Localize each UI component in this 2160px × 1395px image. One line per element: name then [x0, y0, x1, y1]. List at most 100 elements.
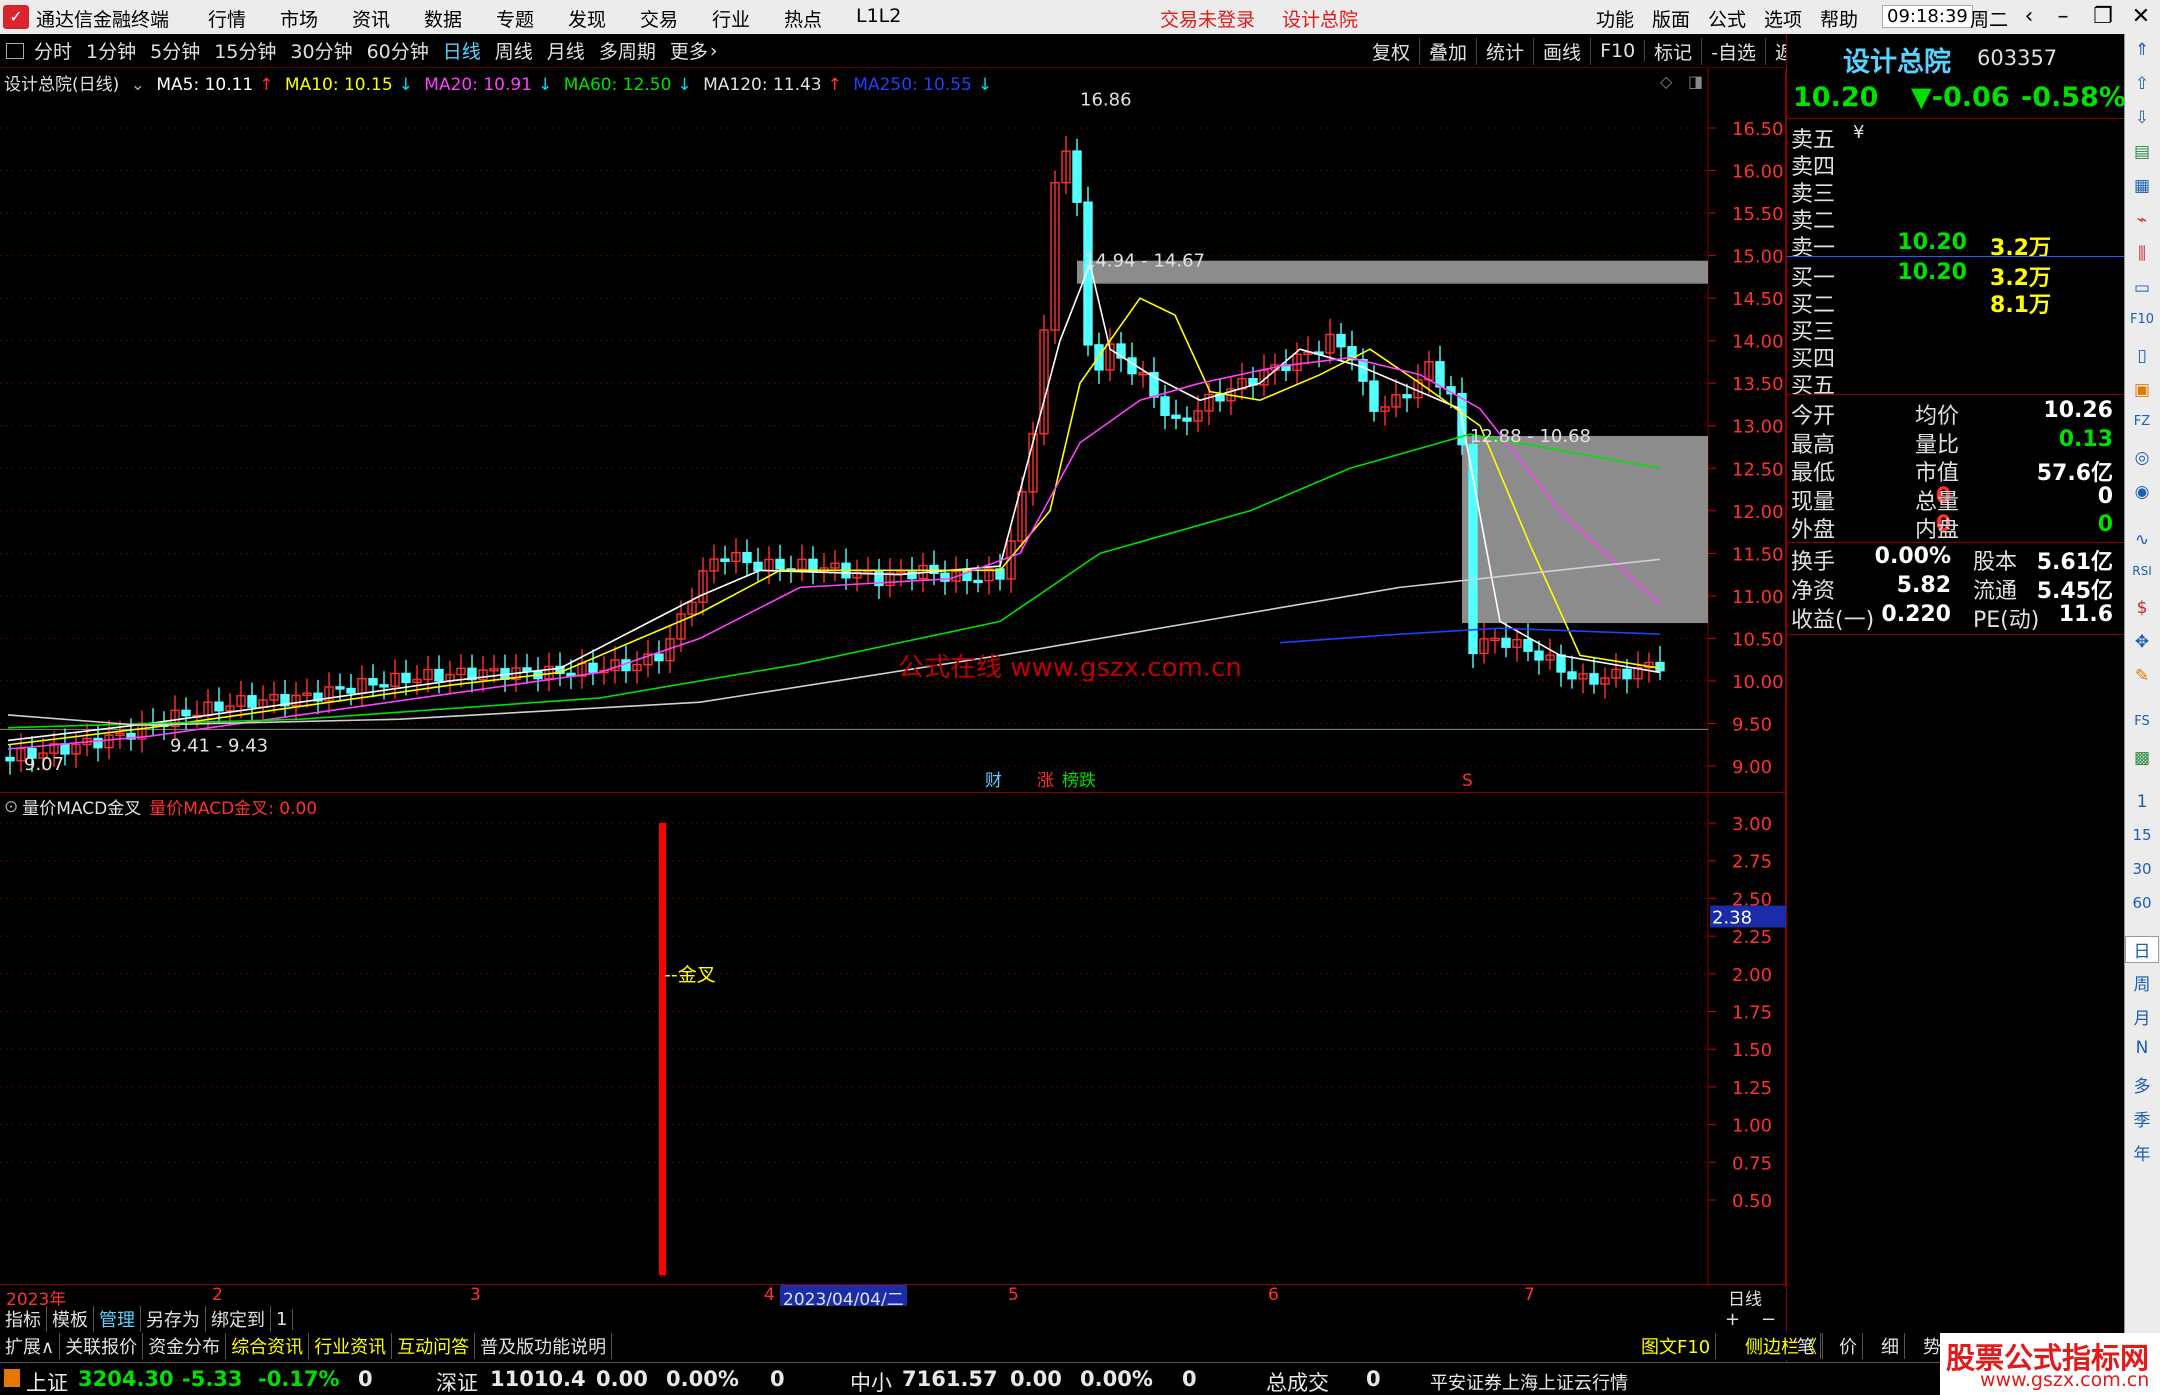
period-15min[interactable]: 15分钟 [214, 37, 276, 64]
tab-jia[interactable]: 价 [1834, 1333, 1863, 1359]
chevron-right-icon[interactable]: › [710, 40, 718, 62]
grid-icon[interactable]: ▦ [2125, 176, 2159, 196]
period-week-btn[interactable]: 周 [2125, 970, 2159, 995]
stat2-row-0[interactable]: 换手 0.00% 股本 5.61亿 [1791, 544, 2117, 575]
indicator-dropdown-icon[interactable]: ⊙ [4, 797, 18, 817]
tab-bangdingdao[interactable]: 绑定到 [206, 1306, 271, 1332]
period-day-btn[interactable]: 日 [2125, 936, 2159, 963]
period-year-btn[interactable]: 年 [2125, 1140, 2159, 1165]
bid-row-4[interactable]: 买四 [1791, 341, 2117, 372]
bid-row-5[interactable]: 买五 [1791, 368, 2117, 399]
ask-row-4[interactable]: 卖四 [1791, 149, 2117, 180]
stat-row-3[interactable]: 现量 0 总量 0 [1791, 484, 2117, 515]
sh-label[interactable]: 上证 [26, 1367, 68, 1395]
tab-moban[interactable]: 模板 [47, 1306, 94, 1332]
picture-icon[interactable]: ▩ [2125, 748, 2159, 768]
expand-up-icon[interactable]: ⇑ [2125, 40, 2159, 60]
circle-icon[interactable]: ◎ [2125, 448, 2159, 468]
trade-status[interactable]: 交易未登录 [1160, 5, 1255, 32]
line-chart-icon[interactable]: ⌁ [2125, 210, 2159, 230]
period-more[interactable]: 更多 [670, 37, 708, 64]
menu-zhuanti[interactable]: 专题 [496, 5, 534, 32]
period-1-btn[interactable]: 1 [2125, 792, 2159, 812]
quote-list-icon[interactable]: ▤ [2125, 142, 2159, 162]
period-30min[interactable]: 30分钟 [290, 37, 352, 64]
menu-gongshi[interactable]: 公式 [1708, 5, 1746, 32]
tool-biaoji[interactable]: 标记 [1645, 37, 1703, 65]
stat-row-0[interactable]: 今开 均价 10.26 [1791, 398, 2117, 429]
period-month-btn[interactable]: 月 [2125, 1004, 2159, 1029]
bid-row-1[interactable]: 买一 10.20 3.2万 [1791, 260, 2117, 291]
period-60-btn[interactable]: 60 [2125, 894, 2159, 912]
diamond-icon[interactable]: ◇ [1660, 72, 1672, 91]
tab-zonghezixun[interactable]: 综合资讯 [226, 1333, 310, 1359]
indicator-name[interactable]: 量价MACD金叉 [22, 794, 141, 819]
menu-hangqing[interactable]: 行情 [208, 5, 246, 32]
sz-label[interactable]: 深证 [436, 1367, 478, 1395]
period-n-btn[interactable]: N [2125, 1038, 2159, 1058]
tool-f10[interactable]: F10 [1591, 40, 1646, 62]
menu-gongneng[interactable]: 功能 [1596, 5, 1634, 32]
tab-xi[interactable]: 细 [1876, 1333, 1905, 1359]
target-icon[interactable]: ◉ [2125, 482, 2159, 502]
tab-hangyezixun[interactable]: 行业资讯 [309, 1333, 393, 1359]
close-icon[interactable]: ✕ [2124, 3, 2158, 31]
minimize-icon[interactable]: – [2046, 3, 2080, 31]
ask-row-3[interactable]: 卖三 [1791, 176, 2117, 207]
menu-jiaoyi[interactable]: 交易 [640, 5, 678, 32]
tab-kuozhan[interactable]: 扩展∧ [0, 1333, 61, 1359]
panel-max-icon[interactable]: ◨ [1688, 72, 1703, 91]
tab-zijinfenbu[interactable]: 资金分布 [143, 1333, 227, 1359]
tab-pujiban[interactable]: 普及版功能说明 [475, 1333, 613, 1359]
menu-hangye[interactable]: 行业 [712, 5, 750, 32]
tool-huaxian[interactable]: 画线 [1534, 37, 1592, 65]
rsi-icon[interactable]: RSI [2125, 564, 2159, 578]
period-multi-btn[interactable]: 多 [2125, 1072, 2159, 1097]
kline-chart[interactable]: 16.50 16.00 15.50 15.00 14.50 14.00 13.50 13.00… [0, 68, 1786, 793]
menu-bangzhu[interactable]: 帮助 [1820, 5, 1858, 32]
tool-diejia[interactable]: 叠加 [1420, 37, 1478, 65]
pencil-icon[interactable]: ✎ [2125, 666, 2159, 686]
tab-lingcunwei[interactable]: 另存为 [141, 1306, 206, 1332]
indicator-chart[interactable]: 3.00 2.75 2.50 2.25 2.00 1.75 1.50 1.25 1.00 0.75… [0, 792, 1786, 1287]
menu-redian[interactable]: 热点 [784, 5, 822, 32]
stat-row-2[interactable]: 最低 市值 57.6亿 [1791, 455, 2117, 486]
move-icon[interactable]: ✥ [2125, 632, 2159, 652]
dollar-icon[interactable]: $ [2125, 598, 2159, 618]
zoom-in-button[interactable]: + [1720, 1309, 1745, 1330]
period-quarter-btn[interactable]: 季 [2125, 1106, 2159, 1131]
stat-row-4[interactable]: 外盘 0 内盘 0 [1791, 512, 2117, 543]
tab-guanlianbaojia[interactable]: 关联报价 [60, 1333, 144, 1359]
period-weekly[interactable]: 周线 [495, 37, 533, 64]
back-icon[interactable]: ‹ [2012, 3, 2046, 31]
tool-fuquan[interactable]: 复权 [1363, 37, 1421, 65]
tab-bi[interactable]: 笔 [1792, 1333, 1821, 1359]
tab-slot-1[interactable]: 1 [271, 1308, 294, 1330]
zx-label[interactable]: 中小 [850, 1367, 892, 1395]
tab-guanli[interactable]: 管理 [94, 1306, 141, 1332]
ask-row-5[interactable]: 卖五 ¥ [1791, 122, 2117, 153]
wave-icon[interactable]: ∿ [2125, 530, 2159, 550]
tool-tongji[interactable]: 统计 [1477, 37, 1535, 65]
kline-icon[interactable]: ⫼ [2125, 244, 2159, 264]
period-5min[interactable]: 5分钟 [150, 37, 200, 64]
period-15-btn[interactable]: 15 [2125, 826, 2159, 844]
ask-row-1[interactable]: 卖一 10.20 3.2万 [1791, 230, 2117, 261]
period-fenshi[interactable]: 分时 [34, 37, 72, 64]
menu-faxian[interactable]: 发现 [568, 5, 606, 32]
period-daily[interactable]: 日线 [443, 37, 481, 64]
menu-shichang[interactable]: 市场 [280, 5, 318, 32]
doc-icon[interactable]: ▯ [2125, 346, 2159, 366]
ask-row-2[interactable]: 卖二 [1791, 203, 2117, 234]
bid-row-3[interactable]: 买三 [1791, 314, 2117, 345]
stat2-row-2[interactable]: 收益(一) 0.220 PE(动) 11.6 [1791, 602, 2117, 633]
tool-zixuan[interactable]: -自选 [1702, 37, 1767, 65]
tab-hudongwenda[interactable]: 互动问答 [392, 1333, 476, 1359]
menu-l1l2[interactable]: L1L2 [856, 5, 901, 27]
period-60min[interactable]: 60分钟 [367, 37, 429, 64]
tab-zhibiao[interactable]: 指标 [0, 1306, 47, 1332]
tab-tuwen-f10[interactable]: 图文F10 [1636, 1333, 1717, 1359]
period-30-btn[interactable]: 30 [2125, 860, 2159, 878]
arrow-up-icon[interactable]: ⇧ [2125, 74, 2159, 94]
bid-row-2[interactable]: 买二 8.1万 [1791, 287, 2117, 318]
